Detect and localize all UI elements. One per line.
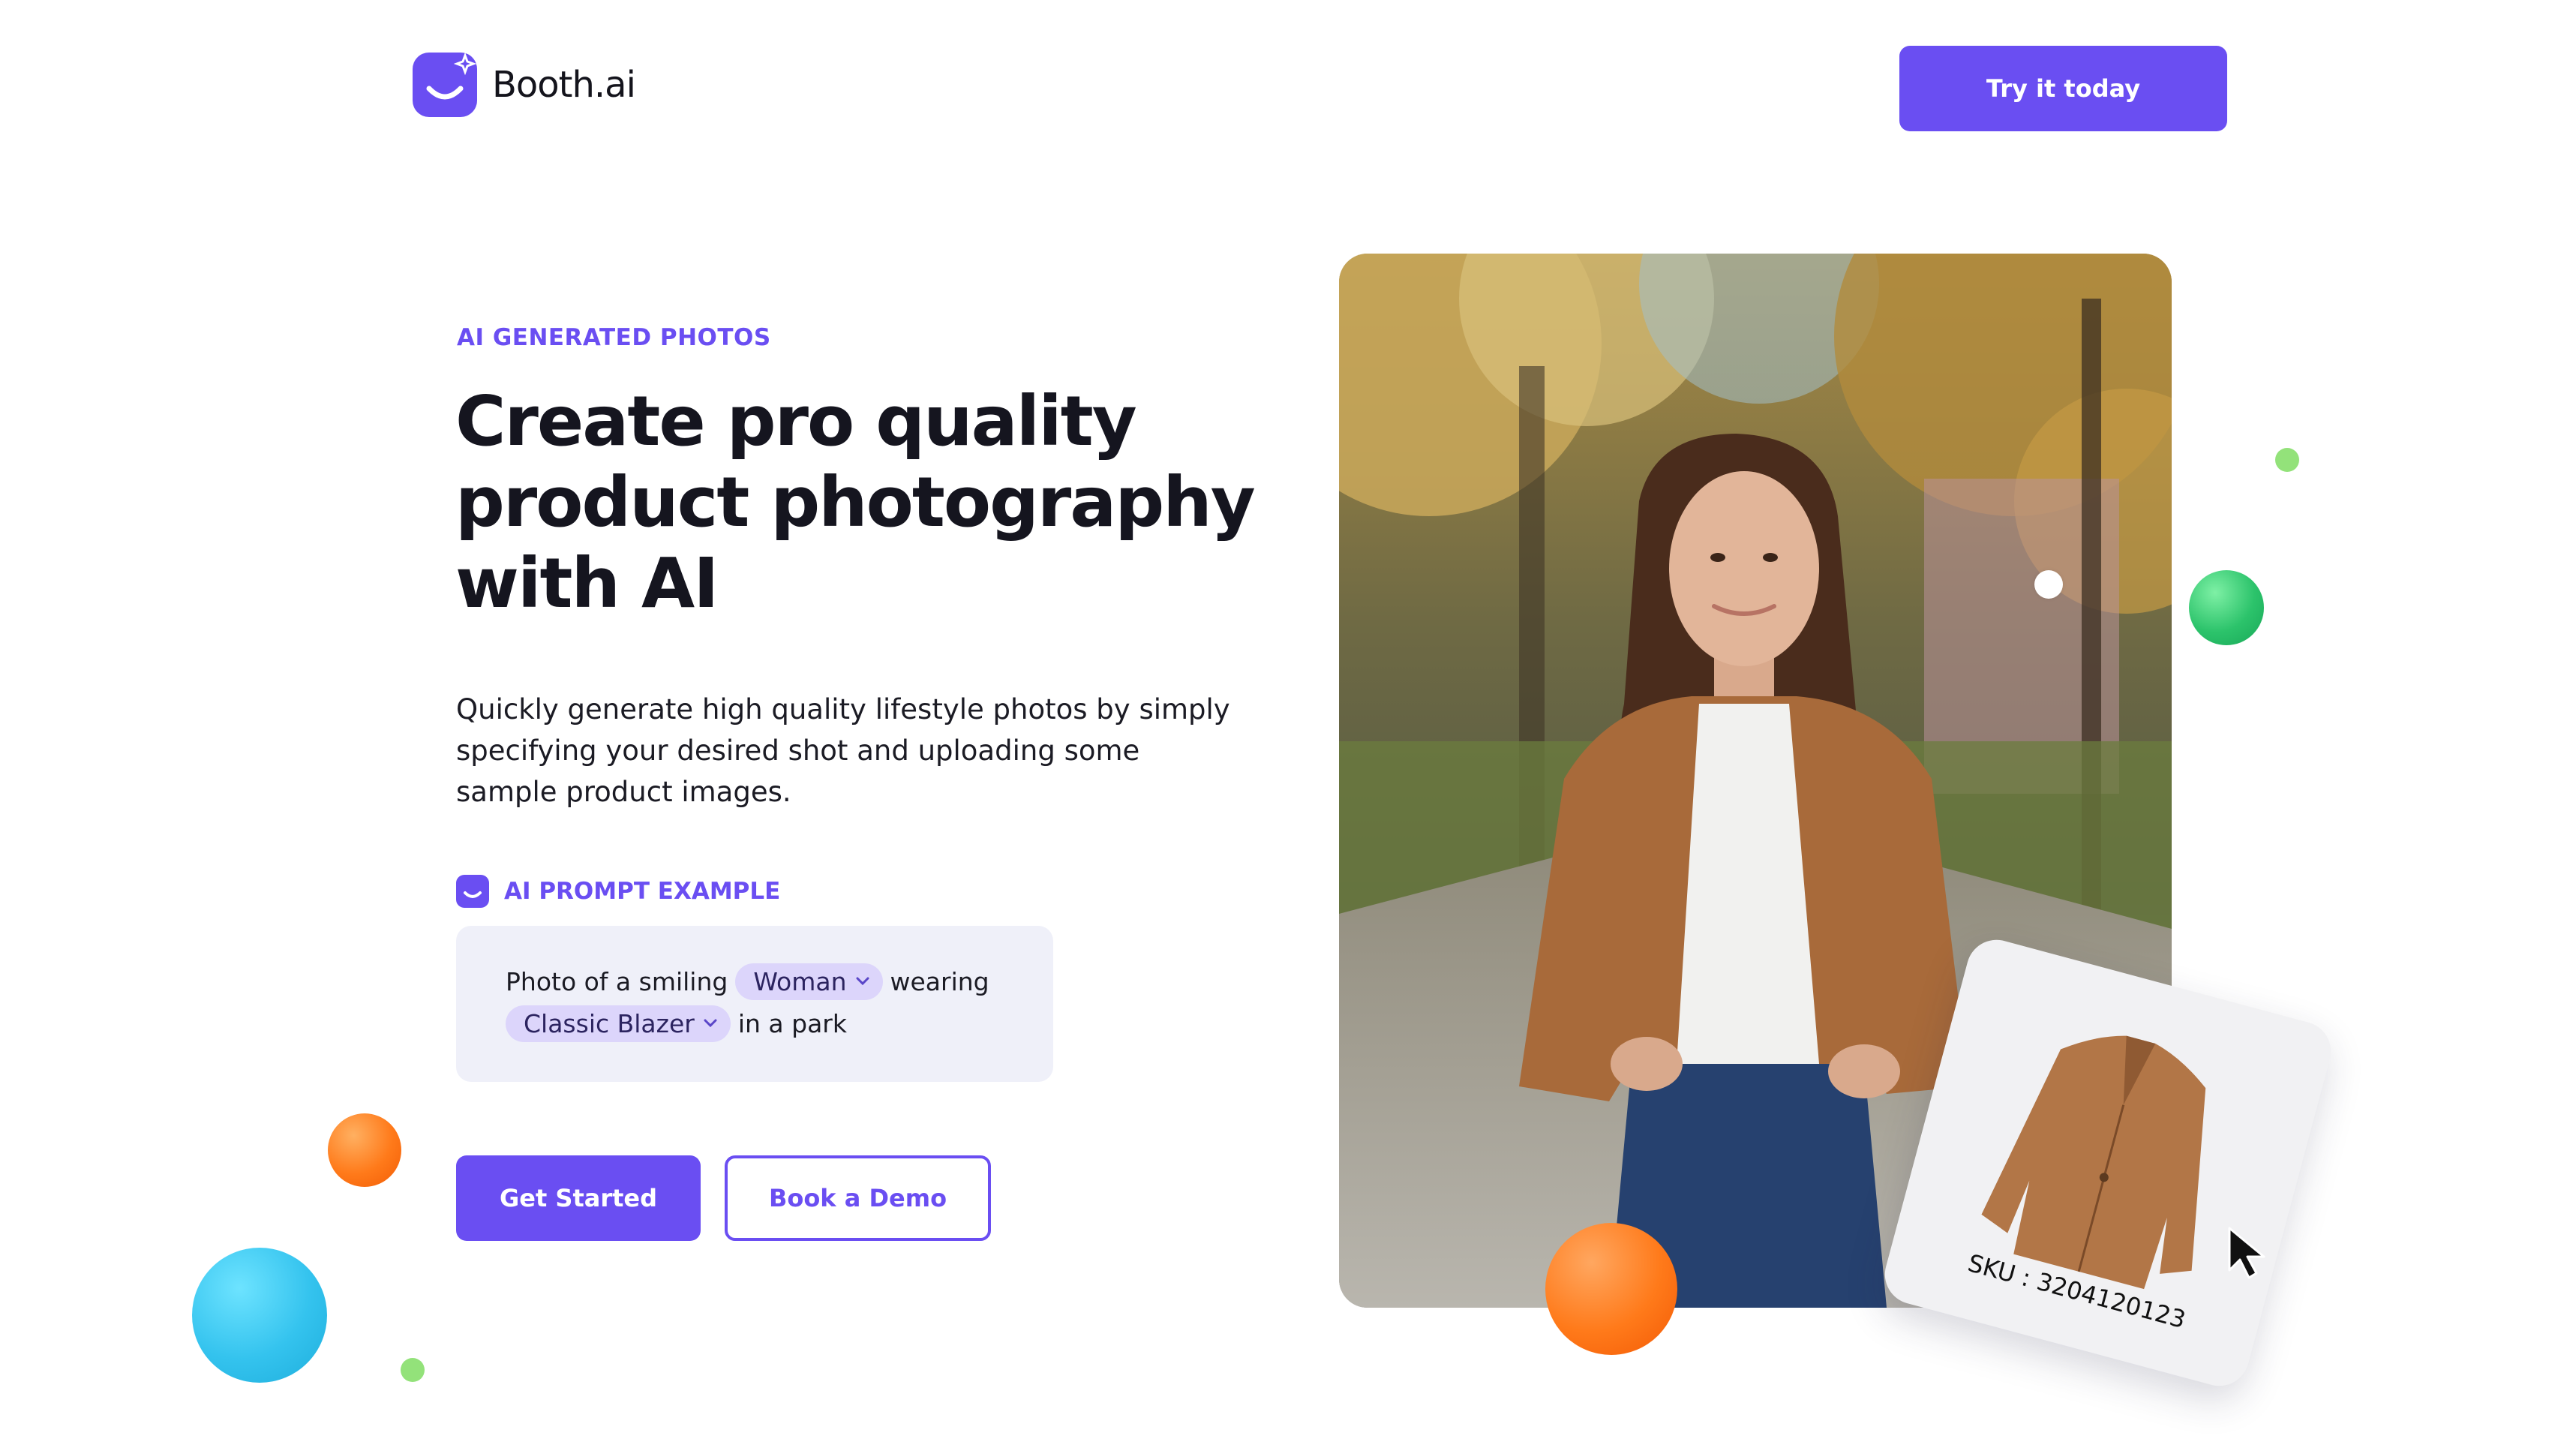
lead-line: Quickly generate high quality lifestyle … xyxy=(456,693,1230,726)
lead-line: specifying your desired shot and uploadi… xyxy=(456,735,1140,767)
prompt-line: Classic Blazer in a park xyxy=(506,1004,1053,1043)
chevron-down-icon xyxy=(856,977,869,986)
prompt-example-label: AI PROMPT EXAMPLE xyxy=(504,878,781,905)
prompt-example-heading: AI PROMPT EXAMPLE xyxy=(456,875,780,908)
subject-dropdown[interactable]: Woman xyxy=(735,963,883,1000)
eyebrow-label: AI GENERATED PHOTOS xyxy=(457,324,771,351)
smile-icon xyxy=(456,875,489,908)
logo[interactable]: Booth.ai xyxy=(413,53,636,117)
smile-logo-icon xyxy=(413,53,477,117)
try-it-today-button[interactable]: Try it today xyxy=(1899,46,2227,131)
decorative-lime-dot xyxy=(2275,448,2299,472)
prompt-text: wearing xyxy=(890,966,989,996)
prompt-text: in a park xyxy=(737,1008,847,1038)
headline-line: with AI xyxy=(455,543,719,623)
headline-line: product photography xyxy=(455,462,1256,542)
chevron-down-icon xyxy=(704,1019,717,1028)
product-value: Classic Blazer xyxy=(524,1008,695,1038)
decorative-orange-bubble xyxy=(328,1113,401,1187)
prompt-text: Photo of a smiling xyxy=(506,966,728,996)
decorative-lime-dot xyxy=(401,1358,425,1382)
logo-text: Booth.ai xyxy=(492,64,636,106)
decorative-blue-bubble xyxy=(192,1248,327,1383)
page-title: Create pro quality product photography w… xyxy=(455,381,1318,624)
product-dropdown[interactable]: Classic Blazer xyxy=(506,1005,731,1042)
landing-page: Booth.ai Try it today AI GENERATED PHOTO… xyxy=(0,0,2576,1451)
decorative-orange-bubble xyxy=(1545,1223,1677,1355)
cursor-arrow-icon xyxy=(2228,1227,2265,1279)
get-started-button[interactable]: Get Started xyxy=(456,1155,701,1241)
headline-line: Create pro quality xyxy=(455,381,1137,461)
hero-description: Quickly generate high quality lifestyle … xyxy=(456,689,1236,813)
lead-line: sample product images. xyxy=(456,776,791,808)
prompt-line: Photo of a smiling Woman wearing xyxy=(506,962,1053,1001)
decorative-white-dot xyxy=(2034,570,2063,599)
prompt-example-box: Photo of a smiling Woman wearing Classic… xyxy=(456,926,1053,1082)
subject-value: Woman xyxy=(753,966,847,996)
book-demo-button[interactable]: Book a Demo xyxy=(725,1155,991,1241)
decorative-green-bubble xyxy=(2189,570,2264,645)
